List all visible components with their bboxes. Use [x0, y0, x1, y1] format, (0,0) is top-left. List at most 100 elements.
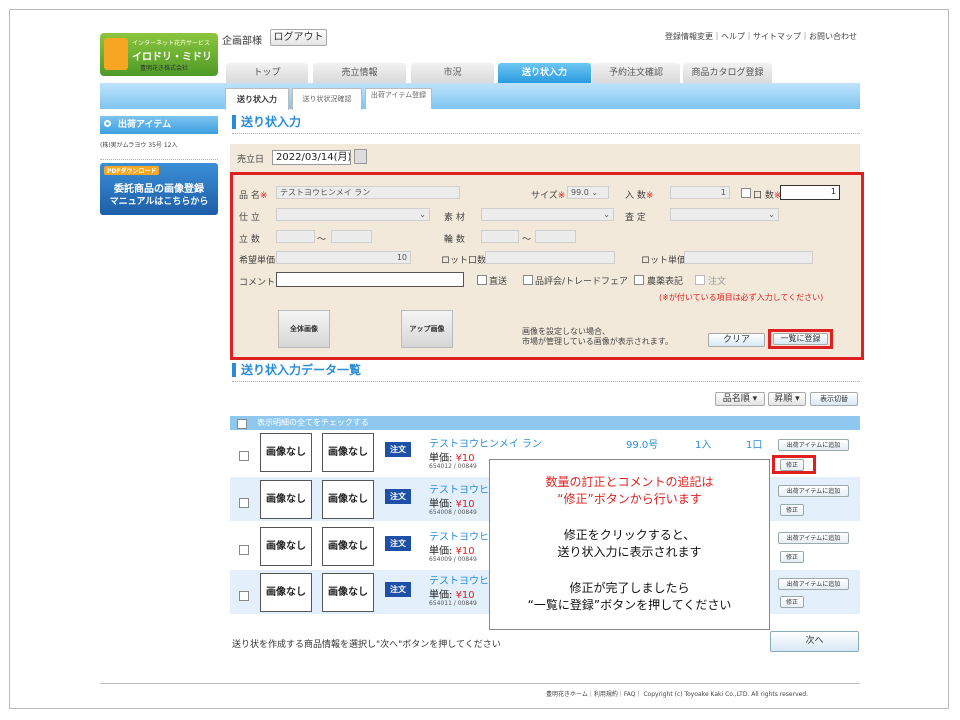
tab-catalog[interactable]: 商品カタログ登録 — [683, 63, 772, 83]
edit-button[interactable]: 修正 — [780, 459, 804, 471]
rinsu-to[interactable] — [535, 230, 576, 243]
date-input[interactable]: 2022/03/14(月) — [272, 150, 351, 165]
nouyaku-checkbox[interactable] — [634, 275, 644, 285]
manual-banner[interactable]: PDFダウンロード 委託商品の画像登録 マニュアルはこちらから — [100, 163, 218, 215]
kuchi-input[interactable]: 1 — [780, 185, 840, 200]
comment-input[interactable] — [276, 272, 464, 287]
order-badge: 注文 — [385, 489, 411, 504]
chumon-label: 注文 — [708, 277, 727, 287]
sidebar-head[interactable]: 出荷アイテム — [100, 116, 218, 134]
product-name-link[interactable]: テストヨウヒンメイ ラン — [429, 435, 542, 450]
site-logo[interactable]: インターネット花卉サービス イロドリ・ミドリ 豊明花き株式会社 — [100, 33, 218, 76]
check-all-checkbox[interactable] — [237, 419, 247, 429]
tab-shikyo[interactable]: 市況 — [411, 63, 494, 83]
kuchi-label: 口 数 — [753, 191, 774, 201]
lot-kuchi-input[interactable] — [485, 251, 615, 264]
bottom-note: 送り状を作成する商品情報を選択し"次へ"ボタンを押してください — [232, 640, 501, 650]
table-header: 表示明細の全てをチェックする — [230, 416, 860, 430]
lot-kuchi-label: ロット口数 — [441, 256, 487, 266]
edit-button[interactable]: 修正 — [780, 504, 804, 516]
row-kuchi: 1口 — [746, 440, 763, 451]
subtab-okurijo[interactable]: 送り状入力 — [225, 88, 289, 110]
banner-line1: 委託商品の画像登録 — [114, 184, 204, 195]
display-switch-button[interactable]: 表示切替 — [810, 392, 858, 406]
tachisu-label: 立 数 — [239, 235, 260, 245]
satei-select[interactable]: ⌄ — [670, 208, 779, 221]
lot-price-input[interactable] — [684, 251, 813, 264]
sort-field-value: 品名順 — [722, 394, 750, 404]
required-note: (※が付いている項目は必ず入力してください) — [659, 293, 824, 302]
closeup-image-camera-icon[interactable]: アップ画像 — [401, 310, 453, 348]
register-button[interactable]: 一覧に登録 — [773, 333, 828, 345]
row-checkbox[interactable] — [239, 591, 249, 601]
callout-line2: “修正”ボタンから行います — [557, 492, 702, 506]
name-input[interactable]: テストヨウヒンメイ ラン — [276, 186, 460, 199]
add-shipping-item-button[interactable]: 出荷アイテムに追加 — [778, 532, 849, 544]
header-links[interactable]: 登録情報変更｜ヘルプ｜サイトマップ｜お問い合わせ — [665, 31, 857, 42]
shitate-select[interactable]: ⌄ — [276, 208, 430, 221]
lot-price-label: ロット単価 — [641, 256, 687, 266]
no-image-2: 画像なし — [322, 573, 374, 612]
tab-okurijo[interactable]: 送り状入力 — [498, 63, 591, 83]
tab-yoyaku[interactable]: 予約注文確認 — [592, 63, 680, 83]
banner-line2: マニュアルはこちらから — [109, 197, 209, 207]
chokuso-checkbox[interactable] — [477, 275, 487, 285]
sidebar-divider — [100, 159, 218, 160]
kibou-input[interactable]: 10 — [276, 251, 411, 264]
row-checkbox[interactable] — [239, 545, 249, 555]
subtab-status[interactable]: 送り状状況確認 — [292, 88, 362, 110]
edit-button[interactable]: 修正 — [780, 551, 804, 563]
shitate-label: 仕 立 — [239, 213, 260, 223]
tachisu-from[interactable] — [276, 230, 315, 243]
row-checkbox[interactable] — [239, 498, 249, 508]
next-button[interactable]: 次へ — [770, 631, 859, 652]
rinsu-from[interactable] — [481, 230, 519, 243]
no-image-2: 画像なし — [322, 527, 374, 566]
chokuso-label: 直送 — [489, 277, 508, 287]
instruction-callout: 数量の訂正とコメントの追記は “修正”ボタンから行います 修正をクリックすると、… — [489, 459, 770, 630]
tab-uritate[interactable]: 売立情報 — [313, 63, 406, 83]
register-highlight: 一覧に登録 — [768, 329, 833, 349]
product-name-link[interactable]: テストヨウヒ — [429, 481, 489, 496]
subtab-item-register[interactable]: 出荷アイテム登録 — [365, 88, 432, 109]
product-code: 654009 / 00849 — [429, 556, 477, 563]
no-image-1: 画像なし — [260, 433, 312, 472]
name-label: 品 名 — [239, 191, 260, 201]
kibou-label: 希望単価 — [239, 256, 276, 266]
irisu-label: 入 数 — [625, 191, 646, 201]
satei-label: 査 定 — [625, 213, 646, 223]
add-shipping-item-button[interactable]: 出荷アイテムに追加 — [778, 578, 849, 590]
pdf-download-tag: PDFダウンロード — [104, 166, 160, 175]
logo-mark-icon — [104, 38, 128, 70]
product-code: 654008 / 00849 — [429, 509, 477, 516]
irisu-input[interactable]: 1 — [670, 186, 730, 199]
kuchi-checkbox[interactable] — [741, 188, 751, 198]
no-image-1: 画像なし — [260, 480, 312, 519]
callout-line4: 送り状入力に表示されます — [557, 545, 702, 559]
product-code: 654012 / 00849 — [429, 463, 477, 470]
sidebar-item-count[interactable]: (株)実がムラヨウ 35号 12入 — [100, 140, 177, 149]
hinpyokai-checkbox[interactable] — [523, 275, 533, 285]
calendar-icon[interactable] — [354, 149, 367, 164]
sort-field-select[interactable]: 品名順 ▾ — [715, 392, 765, 406]
no-image-1: 画像なし — [260, 527, 312, 566]
list-title: 送り状入力データ一覧 — [232, 363, 361, 377]
sozai-select[interactable]: ⌄ — [481, 208, 614, 221]
clear-button[interactable]: クリア — [708, 333, 765, 347]
size-select[interactable]: 99.0 ⌄ — [567, 186, 609, 199]
sort-order-select[interactable]: 昇順 ▾ — [768, 392, 806, 406]
tachisu-to[interactable] — [331, 230, 372, 243]
row-checkbox[interactable] — [239, 451, 249, 461]
image-note: 画像を設定しない場合、 市場が管理している画像が表示されます。 — [522, 327, 673, 347]
add-shipping-item-button[interactable]: 出荷アイテムに追加 — [778, 439, 849, 451]
rinsu-sep: ～ — [522, 235, 532, 245]
logout-button[interactable]: ログアウト — [270, 29, 327, 46]
product-name-link[interactable]: テストヨウヒ — [429, 528, 489, 543]
tab-top[interactable]: トップ — [226, 63, 308, 83]
product-name-link[interactable]: テストヨウヒ — [429, 572, 489, 587]
add-shipping-item-button[interactable]: 出荷アイテムに追加 — [778, 485, 849, 497]
full-image-camera-icon[interactable]: 全体画像 — [278, 310, 330, 348]
edit-button[interactable]: 修正 — [780, 596, 804, 608]
title-divider — [232, 133, 860, 134]
chumon-checkbox[interactable] — [695, 275, 705, 285]
